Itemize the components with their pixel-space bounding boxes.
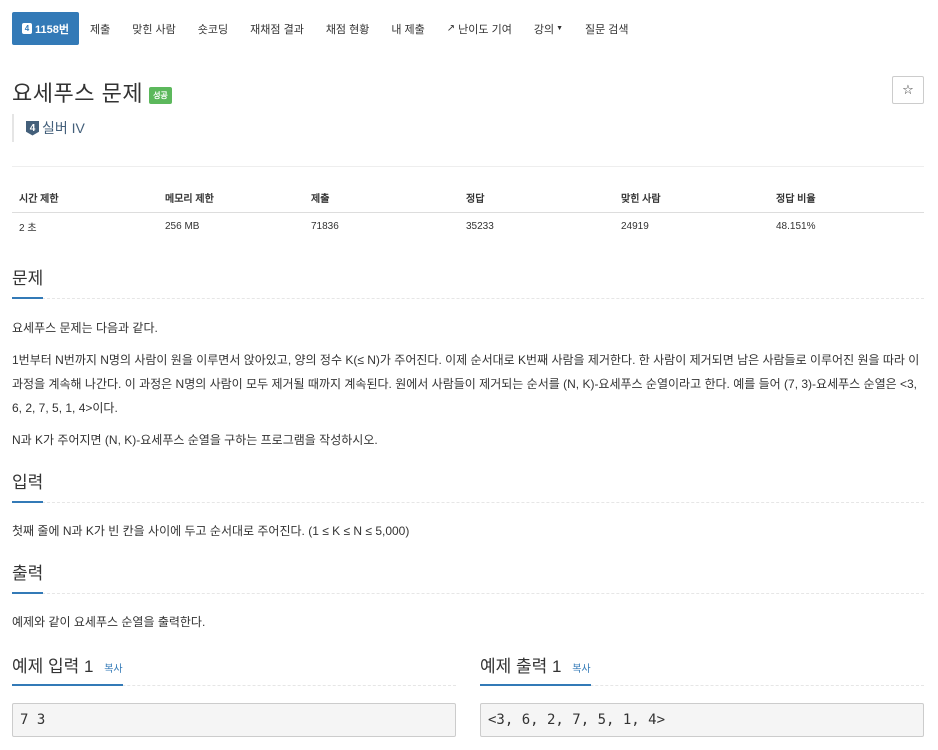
- sample-input-title: 예제 입력 1: [12, 657, 94, 676]
- tab-problem[interactable]: 4 1158번: [12, 12, 79, 45]
- star-icon: ☆: [902, 82, 914, 97]
- output-description: 예제와 같이 요세푸스 순열을 출력한다.: [12, 615, 206, 629]
- tier-label[interactable]: 실버 IV: [42, 118, 85, 138]
- tab-questions-label: 질문 검색: [585, 23, 629, 36]
- table-header-row: 시간 제한 메모리 제한 제출 정답 맞힌 사람 정답 비율: [12, 184, 924, 213]
- table-header: 제출: [304, 184, 459, 213]
- tab-submit[interactable]: 제출: [79, 12, 121, 45]
- sample-input-box[interactable]: 7 3: [12, 703, 456, 737]
- page-title: 요세푸스 문제: [12, 81, 144, 106]
- tier-badge-icon: 4: [22, 23, 32, 34]
- table-cell: 48.151%: [776, 220, 816, 232]
- problem-nav: 4 1158번 제출 맞힌 사람 숏코딩 재채점 결과 채점 현황 내 제출 ↗…: [12, 12, 640, 45]
- table-cell: 24919: [621, 220, 649, 232]
- tab-my-submissions-label: 내 제출: [391, 23, 425, 36]
- tab-lectures[interactable]: 강의 ▼: [523, 12, 574, 45]
- sample-output-title: 예제 출력 1: [480, 657, 562, 676]
- sample-input-title-wrap: 예제 입력 1 복사: [12, 652, 123, 686]
- tab-rejudge-label: 재채점 결과: [250, 23, 304, 36]
- title-row: 요세푸스 문제 성공: [12, 76, 172, 108]
- section-heading-input: 입력: [12, 468, 924, 503]
- tab-questions[interactable]: 질문 검색: [574, 12, 640, 45]
- tier-icon: 4: [26, 120, 39, 136]
- sample-output-heading: 예제 출력 1 복사: [480, 652, 924, 686]
- tier-row: 4 실버 IV: [12, 114, 85, 142]
- table-header: 맞힌 사람: [614, 184, 769, 213]
- tab-solvers[interactable]: 맞힌 사람: [121, 12, 187, 45]
- description-paragraph: 요세푸스 문제는 다음과 같다.: [12, 321, 158, 335]
- tab-submit-label: 제출: [89, 23, 111, 36]
- tab-shortcoding[interactable]: 숏코딩: [187, 12, 239, 45]
- tab-difficulty[interactable]: ↗ 난이도 기여: [436, 12, 523, 45]
- sample-output-box[interactable]: <3, 6, 2, 7, 5, 1, 4>: [480, 703, 924, 737]
- table-cell: 256 MB: [165, 220, 200, 232]
- result-badge: 성공: [149, 86, 172, 104]
- sample-input-heading: 예제 입력 1 복사: [12, 652, 456, 686]
- divider: [12, 166, 924, 167]
- table-cell: 2 초: [19, 222, 37, 234]
- caret-down-icon: ▼: [556, 25, 564, 32]
- copy-sample-output-link[interactable]: 복사: [572, 664, 590, 675]
- input-description: 첫째 줄에 N과 K가 빈 칸을 사이에 두고 순서대로 주어진다. (1 ≤ …: [12, 524, 410, 538]
- tab-my-submissions[interactable]: 내 제출: [380, 12, 435, 45]
- copy-sample-input-link[interactable]: 복사: [104, 664, 122, 675]
- star-button[interactable]: ☆: [892, 76, 924, 104]
- table-header: 메모리 제한: [158, 184, 304, 213]
- tab-status[interactable]: 채점 현황: [315, 12, 381, 45]
- section-title: 문제: [12, 264, 44, 299]
- tab-status-label: 채점 현황: [325, 23, 370, 36]
- section-title: 입력: [12, 468, 44, 503]
- table-header: 정답: [459, 184, 614, 213]
- table-row: 2 초 256 MB 71836 35233 24919 48.151%: [12, 212, 924, 240]
- table-header: 정답 비율: [769, 184, 924, 213]
- table-header: 시간 제한: [12, 184, 158, 213]
- sample-output-title-wrap: 예제 출력 1 복사: [480, 652, 591, 686]
- tab-difficulty-label: 난이도 기여: [458, 23, 512, 36]
- section-heading-description: 문제: [12, 264, 924, 299]
- table-cell: 71836: [311, 220, 339, 232]
- tab-problem-label: 1158번: [35, 23, 69, 36]
- tab-rejudge[interactable]: 재채점 결과: [239, 12, 315, 45]
- problem-info-table: 시간 제한 메모리 제한 제출 정답 맞힌 사람 정답 비율 2 초 256 M…: [12, 184, 924, 240]
- tab-lectures-label: 강의: [533, 23, 555, 36]
- tab-solvers-label: 맞힌 사람: [132, 23, 176, 36]
- tab-shortcoding-label: 숏코딩: [197, 23, 229, 36]
- description-paragraph: 1번부터 N번까지 N명의 사람이 원을 이루면서 앉아있고, 양의 정수 K(…: [12, 353, 920, 415]
- section-heading-output: 출력: [12, 559, 924, 594]
- external-link-icon: ↗: [446, 23, 456, 34]
- section-title: 출력: [12, 559, 44, 594]
- table-cell: 35233: [466, 220, 494, 232]
- description-paragraph: N과 K가 주어지면 (N, K)-요세푸스 순열을 구하는 프로그램을 작성하…: [12, 433, 378, 447]
